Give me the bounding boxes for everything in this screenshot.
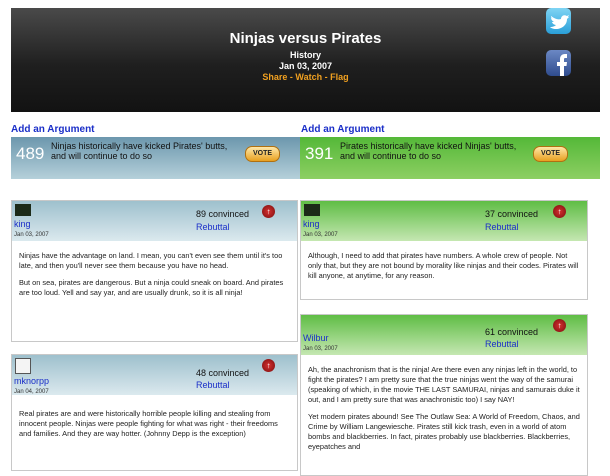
rebuttal-body: Although, I need to add that pirates hav…	[308, 251, 582, 288]
page-header: Ninjas versus Pirates History Jan 03, 20…	[11, 8, 600, 112]
rebuttal-link[interactable]: Rebuttal	[196, 222, 230, 232]
debate-category[interactable]: History	[11, 50, 600, 60]
rebuttal-link[interactable]: Rebuttal	[485, 222, 519, 232]
up-arrow-icon[interactable]: ↑	[553, 319, 566, 332]
argument-banner-pirates: 391 Pirates historically have kicked Nin…	[300, 137, 600, 179]
username-link[interactable]: king	[303, 219, 320, 229]
rebuttal-card: king Jan 03, 2007 89 convinced Rebuttal …	[11, 200, 298, 342]
argument-count: 391	[305, 144, 334, 163]
share-link[interactable]: Share	[262, 72, 287, 82]
user-avatar[interactable]	[15, 204, 31, 216]
rebuttal-paragraph: Yet modern pirates abound! See The Outla…	[308, 412, 580, 451]
rebuttal-paragraph: Real pirates are and were historically h…	[19, 409, 278, 438]
debate-title: Ninjas versus Pirates	[229, 30, 382, 47]
rebuttal-body: Ninjas have the advantage on land. I mea…	[19, 251, 291, 305]
user-avatar[interactable]	[15, 358, 31, 374]
rebuttal-card: Wilbur Jan 03, 2007 61 convinced Rebutta…	[300, 314, 588, 476]
up-arrow-icon[interactable]: ↑	[262, 359, 275, 372]
rebuttal-date: Jan 04, 2007	[14, 389, 49, 395]
argument-text: Pirates historically have kicked Ninjas'…	[340, 141, 517, 161]
rebuttal-header: Wilbur Jan 03, 2007 61 convinced Rebutta…	[301, 315, 587, 355]
vote-button[interactable]: VOTE	[245, 146, 280, 162]
argument-text: Ninjas historically have kicked Pirates'…	[51, 141, 228, 161]
up-arrow-icon[interactable]: ↑	[262, 205, 275, 218]
link-separator: -	[322, 72, 331, 82]
argument-banner-ninjas: 489 Ninjas historically have kicked Pira…	[11, 137, 311, 179]
rebuttal-date: Jan 03, 2007	[303, 346, 338, 352]
convinced-count: 89 convinced	[196, 209, 250, 219]
add-argument-link-right[interactable]: Add an Argument	[301, 124, 385, 135]
rebuttal-date: Jan 03, 2007	[303, 232, 338, 238]
rebuttal-card: king Jan 03, 2007 37 convinced Rebuttal …	[300, 200, 588, 300]
rebuttal-paragraph: Ninjas have the advantage on land. I mea…	[19, 251, 283, 270]
argument-count: 489	[16, 144, 45, 163]
flag-link[interactable]: Flag	[330, 72, 349, 82]
username-link[interactable]: king	[14, 219, 31, 229]
vote-button[interactable]: VOTE	[533, 146, 568, 162]
facebook-icon[interactable]	[546, 50, 571, 76]
watch-link[interactable]: Watch	[295, 72, 322, 82]
convinced-count: 37 convinced	[485, 209, 539, 219]
add-argument-link-left[interactable]: Add an Argument	[11, 124, 95, 135]
rebuttal-header: mknorpp Jan 04, 2007 48 convinced Rebutt…	[12, 355, 297, 395]
rebuttal-body: Real pirates are and were historically h…	[19, 409, 291, 446]
rebuttal-card: mknorpp Jan 04, 2007 48 convinced Rebutt…	[11, 354, 298, 471]
rebuttal-paragraph: Ah, the anachronism that is the ninja! A…	[308, 365, 580, 404]
username-link[interactable]: mknorpp	[14, 376, 49, 386]
debate-date: Jan 03, 2007	[278, 61, 333, 71]
rebuttal-date: Jan 03, 2007	[14, 232, 49, 238]
convinced-count: 48 convinced	[196, 368, 250, 378]
convinced-count: 61 convinced	[485, 327, 539, 337]
rebuttal-link[interactable]: Rebuttal	[196, 380, 230, 390]
rebuttal-header: king Jan 03, 2007 37 convinced Rebuttal …	[301, 201, 587, 241]
rebuttal-body: Ah, the anachronism that is the ninja! A…	[308, 365, 582, 459]
rebuttal-link[interactable]: Rebuttal	[485, 339, 519, 349]
header-links: Share - Watch - Flag	[11, 72, 600, 82]
username-link[interactable]: Wilbur	[303, 333, 329, 343]
rebuttal-paragraph: Although, I need to add that pirates hav…	[308, 251, 579, 280]
up-arrow-icon[interactable]: ↑	[553, 205, 566, 218]
twitter-icon[interactable]	[546, 8, 571, 34]
rebuttal-header: king Jan 03, 2007 89 convinced Rebuttal …	[12, 201, 297, 241]
rebuttal-paragraph: But on sea, pirates are dangerous. But a…	[19, 278, 284, 297]
user-avatar[interactable]	[304, 204, 320, 216]
